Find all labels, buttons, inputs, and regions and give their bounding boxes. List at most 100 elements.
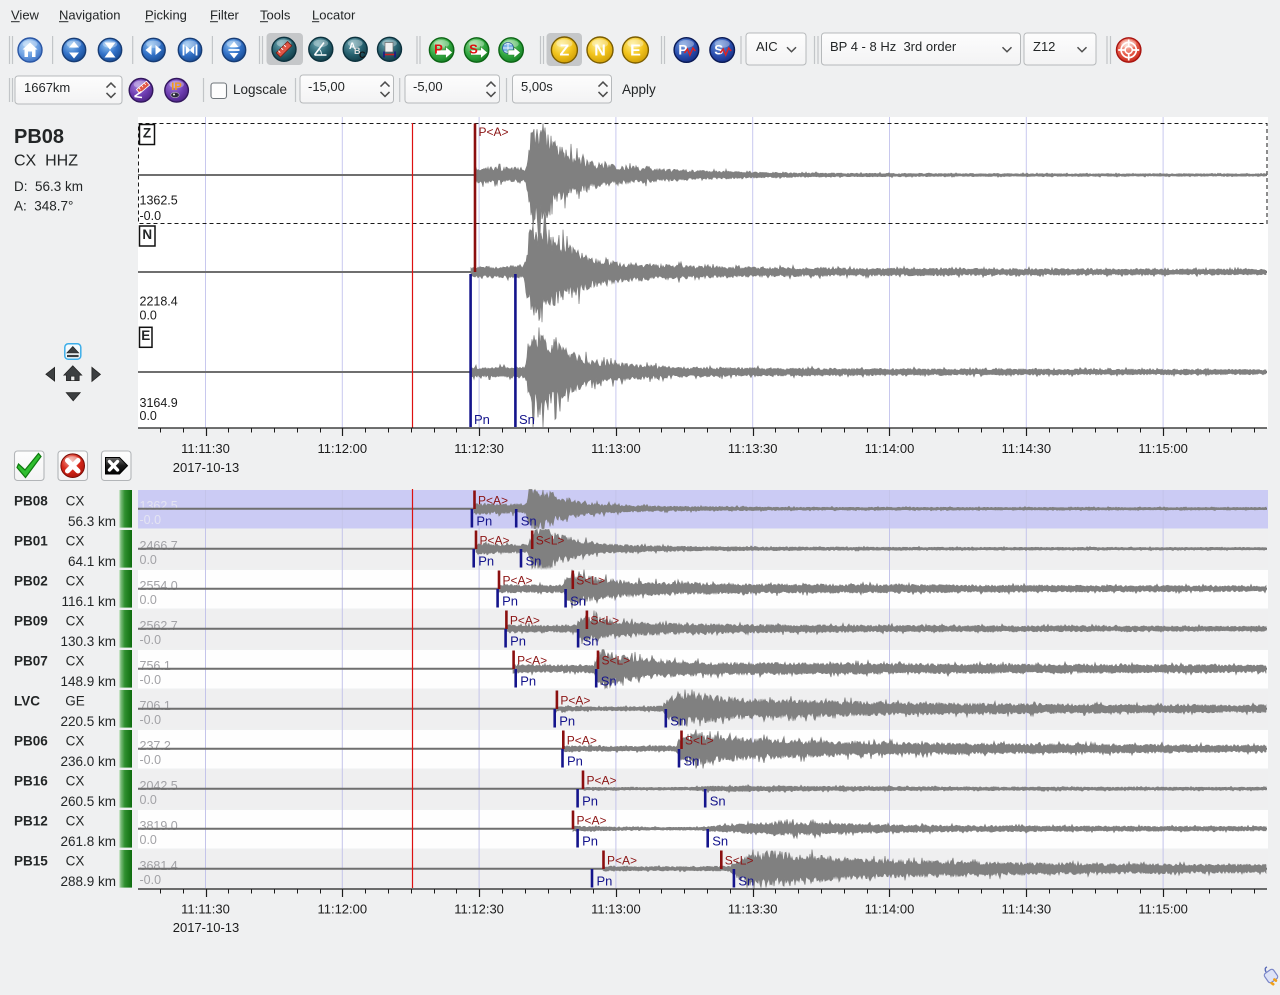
svg-text:CX: CX bbox=[66, 533, 85, 548]
svg-text:Pn: Pn bbox=[502, 594, 518, 609]
svg-text:2218.4: 2218.4 bbox=[140, 295, 178, 309]
svg-text:Locator: Locator bbox=[312, 8, 356, 23]
svg-text:260.5 km: 260.5 km bbox=[60, 794, 116, 809]
svg-text:Sn: Sn bbox=[526, 554, 542, 569]
svg-text:Sn: Sn bbox=[738, 874, 754, 889]
svg-text:-0.0: -0.0 bbox=[140, 873, 162, 887]
svg-text:Pn: Pn bbox=[567, 754, 583, 769]
svg-text:11:14:30: 11:14:30 bbox=[1001, 441, 1051, 456]
svg-text:Pn: Pn bbox=[510, 634, 526, 649]
svg-text:116.1 km: 116.1 km bbox=[61, 594, 116, 609]
svg-text:D: 56.3 km: D: 56.3 km bbox=[14, 179, 83, 194]
svg-text:236.0 km: 236.0 km bbox=[60, 754, 116, 769]
svg-text:2466.7: 2466.7 bbox=[140, 539, 178, 553]
svg-text:A: 348.7°: A: 348.7° bbox=[14, 198, 73, 213]
svg-text:64.1 km: 64.1 km bbox=[68, 554, 116, 569]
svg-text:CX: CX bbox=[66, 573, 85, 588]
svg-text:CX: CX bbox=[66, 773, 85, 788]
svg-text:-0.0: -0.0 bbox=[140, 633, 162, 647]
svg-text:1362.5: 1362.5 bbox=[140, 499, 178, 513]
svg-text:0.0: 0.0 bbox=[140, 593, 157, 607]
svg-text:S<L>: S<L> bbox=[685, 733, 714, 747]
svg-text:148.9 km: 148.9 km bbox=[60, 674, 116, 689]
svg-text:11:12:30: 11:12:30 bbox=[454, 441, 504, 456]
svg-text:Pn: Pn bbox=[520, 674, 536, 689]
svg-text:P: P bbox=[434, 42, 443, 57]
svg-text:130.3 km: 130.3 km bbox=[60, 634, 116, 649]
svg-text:N: N bbox=[594, 43, 606, 60]
svg-text:3819.0: 3819.0 bbox=[140, 819, 178, 833]
svg-text:3164.9: 3164.9 bbox=[140, 396, 178, 410]
svg-text:Sn: Sn bbox=[583, 634, 599, 649]
svg-text:S<L>: S<L> bbox=[602, 653, 631, 667]
svg-text:0.0: 0.0 bbox=[140, 833, 157, 847]
svg-text:P<A>: P<A> bbox=[480, 533, 510, 547]
svg-text:2554.0: 2554.0 bbox=[140, 579, 178, 593]
svg-text:PB08: PB08 bbox=[14, 126, 64, 148]
svg-text:1362.5: 1362.5 bbox=[140, 194, 178, 208]
svg-text:11:15:00: 11:15:00 bbox=[1138, 901, 1188, 916]
svg-text:Picking: Picking bbox=[145, 8, 187, 23]
svg-text:P<A>: P<A> bbox=[478, 493, 508, 507]
svg-text:CX: CX bbox=[66, 493, 85, 508]
svg-text:Sn: Sn bbox=[710, 794, 726, 809]
svg-text:-0.0: -0.0 bbox=[140, 209, 162, 223]
svg-text:S<L>: S<L> bbox=[590, 613, 619, 627]
svg-text:Z: Z bbox=[143, 125, 151, 140]
svg-text:S<L>: S<L> bbox=[725, 853, 754, 867]
svg-text:Pn: Pn bbox=[476, 514, 492, 529]
svg-text:PB08: PB08 bbox=[14, 493, 48, 508]
svg-text:11:12:00: 11:12:00 bbox=[317, 901, 367, 916]
svg-text:Pn: Pn bbox=[478, 554, 494, 569]
svg-text:11:14:30: 11:14:30 bbox=[1001, 901, 1051, 916]
svg-text:PB06: PB06 bbox=[14, 733, 48, 748]
svg-text:706.1: 706.1 bbox=[140, 699, 171, 713]
svg-text:Sn: Sn bbox=[521, 514, 537, 529]
svg-text:0.0: 0.0 bbox=[140, 309, 157, 323]
svg-text:-0.0: -0.0 bbox=[140, 673, 162, 687]
svg-text:P<A>: P<A> bbox=[567, 733, 597, 747]
svg-text:CX: CX bbox=[66, 733, 85, 748]
svg-text:Z: Z bbox=[560, 43, 570, 60]
svg-text:P<A>: P<A> bbox=[479, 125, 509, 139]
svg-text:-5,00: -5,00 bbox=[413, 79, 443, 94]
svg-text:Sn: Sn bbox=[519, 412, 535, 427]
svg-text:Apply: Apply bbox=[622, 82, 656, 97]
svg-text:-0.0: -0.0 bbox=[140, 513, 162, 527]
svg-text:Pn: Pn bbox=[582, 794, 598, 809]
svg-text:2042.5: 2042.5 bbox=[140, 779, 178, 793]
svg-text:CX: CX bbox=[66, 613, 85, 628]
svg-text:View: View bbox=[11, 8, 40, 23]
svg-text:2017-10-13: 2017-10-13 bbox=[173, 920, 240, 935]
svg-text:PB07: PB07 bbox=[14, 653, 48, 668]
svg-text:0.0: 0.0 bbox=[140, 553, 157, 567]
svg-text:S<L>: S<L> bbox=[536, 533, 565, 547]
svg-text:P<A>: P<A> bbox=[587, 773, 617, 787]
svg-text:11:13:30: 11:13:30 bbox=[728, 901, 778, 916]
svg-text:Sn: Sn bbox=[670, 714, 686, 729]
svg-text:-0.0: -0.0 bbox=[140, 753, 162, 767]
svg-text:11:13:00: 11:13:00 bbox=[591, 441, 641, 456]
svg-text:P<A>: P<A> bbox=[517, 653, 547, 667]
svg-text:Pn: Pn bbox=[597, 874, 613, 889]
svg-text:56.3 km: 56.3 km bbox=[68, 514, 116, 529]
svg-text:AIC: AIC bbox=[756, 39, 778, 54]
svg-text:Tools: Tools bbox=[260, 8, 291, 23]
svg-text:CX: CX bbox=[66, 813, 85, 828]
svg-text:IP: IP bbox=[171, 81, 181, 93]
svg-text:261.8 km: 261.8 km bbox=[60, 834, 116, 849]
svg-text:-15,00: -15,00 bbox=[308, 79, 345, 94]
svg-text:PB12: PB12 bbox=[14, 813, 48, 828]
svg-text:N: N bbox=[142, 227, 152, 242]
svg-text:E: E bbox=[141, 328, 150, 343]
svg-text:Navigation: Navigation bbox=[59, 8, 120, 23]
svg-text:CX: CX bbox=[66, 653, 85, 668]
svg-text:S: S bbox=[469, 42, 478, 57]
svg-text:Pn: Pn bbox=[559, 714, 575, 729]
svg-text:2017-10-13: 2017-10-13 bbox=[173, 460, 240, 475]
svg-text:Pn: Pn bbox=[474, 412, 490, 427]
svg-text:11:11:30: 11:11:30 bbox=[181, 901, 230, 916]
svg-text:11:14:00: 11:14:00 bbox=[865, 901, 915, 916]
svg-text:11:12:30: 11:12:30 bbox=[454, 901, 504, 916]
svg-text:Z12: Z12 bbox=[1033, 39, 1055, 54]
